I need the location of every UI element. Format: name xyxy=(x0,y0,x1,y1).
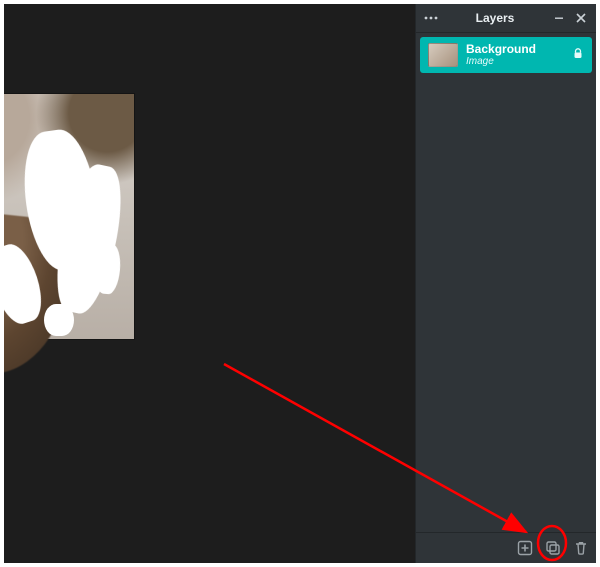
panel-menu-icon[interactable] xyxy=(424,11,438,25)
panel-title: Layers xyxy=(444,11,546,25)
lock-icon[interactable] xyxy=(572,48,584,63)
layer-thumbnail xyxy=(428,43,458,67)
layer-item-background[interactable]: Background Image xyxy=(420,37,592,73)
layers-panel-footer xyxy=(416,532,596,563)
layer-type: Image xyxy=(466,56,536,67)
close-icon[interactable] xyxy=(574,11,588,25)
layer-name: Background xyxy=(466,43,536,56)
duplicate-layer-button[interactable] xyxy=(544,539,562,557)
minimize-icon[interactable] xyxy=(552,11,566,25)
layers-panel-header: Layers xyxy=(416,4,596,33)
canvas-area[interactable] xyxy=(4,4,416,563)
add-layer-button[interactable] xyxy=(516,539,534,557)
layer-list: Background Image xyxy=(416,33,596,532)
canvas-image[interactable] xyxy=(4,94,134,339)
delete-layer-button[interactable] xyxy=(572,539,590,557)
layers-panel: Layers Background Image xyxy=(415,4,596,563)
